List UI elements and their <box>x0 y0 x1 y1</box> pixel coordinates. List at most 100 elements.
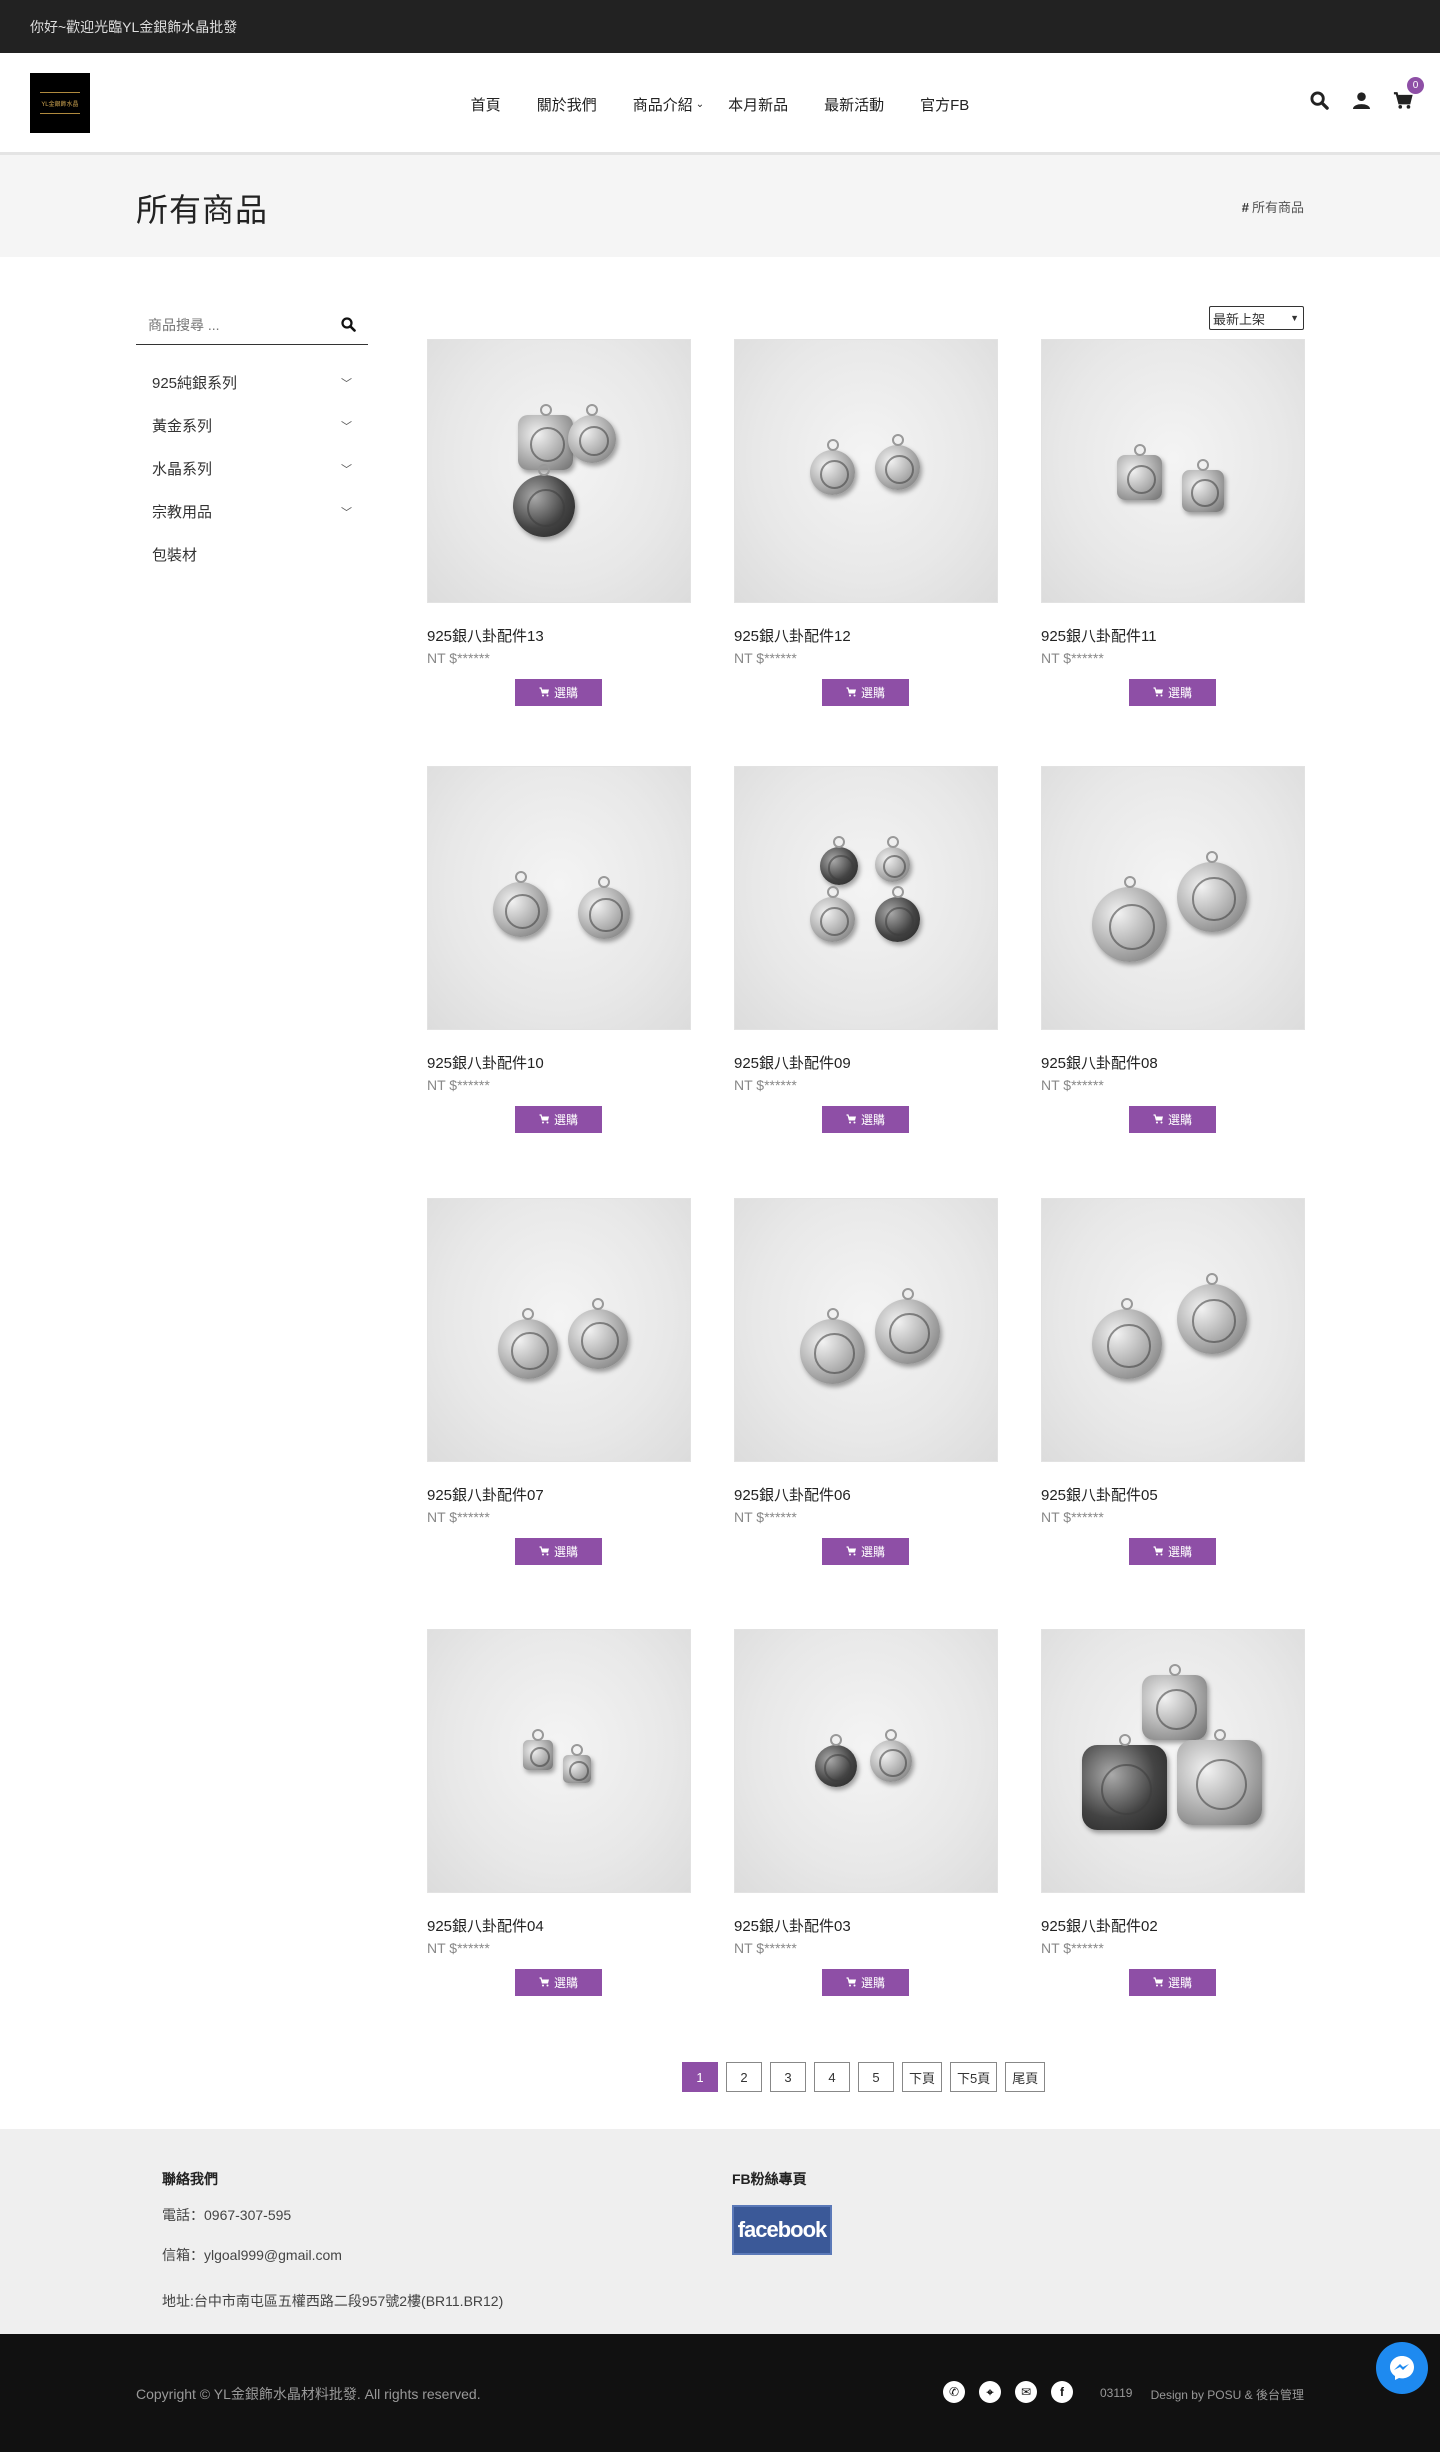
buy-button[interactable]: 選購 <box>515 1969 602 1996</box>
product-search-input[interactable] <box>148 316 308 333</box>
product-price: NT $****** <box>427 1940 490 1956</box>
buy-button[interactable]: 選購 <box>1129 679 1216 706</box>
nav-events[interactable]: 最新活動 <box>806 94 902 115</box>
buy-button[interactable]: 選購 <box>515 1106 602 1133</box>
product-name[interactable]: 925銀八卦配件03 <box>734 1915 998 1936</box>
product-card[interactable]: 925銀八卦配件08 NT $****** 選購 <box>1041 766 1305 1133</box>
last-page-button[interactable]: 尾頁 <box>1005 2062 1046 2092</box>
cart-icon[interactable]: 0 <box>1392 77 1424 111</box>
nav-home[interactable]: 首頁 <box>453 94 519 115</box>
site-header: YL金銀飾水晶 首頁 關於我們 商品介紹 ⌄ 本月新品 最新活動 官方FB 0 <box>0 53 1440 155</box>
page-2-button[interactable]: 2 <box>726 2062 762 2092</box>
cart-icon <box>1153 1113 1164 1127</box>
buy-button[interactable]: 選購 <box>1129 1969 1216 1996</box>
product-image[interactable] <box>1041 1198 1305 1462</box>
buy-button[interactable]: 選購 <box>822 1538 909 1565</box>
product-card[interactable]: 925銀八卦配件11 NT $****** 選購 <box>1041 339 1305 706</box>
nav-new-this-month[interactable]: 本月新品 <box>722 94 806 115</box>
pendant-ring <box>586 404 598 416</box>
contact-email[interactable]: 信箱：ylgoal999@gmail.com <box>162 2245 503 2265</box>
product-image[interactable] <box>1041 766 1305 1030</box>
product-card[interactable]: 925銀八卦配件06 NT $****** 選購 <box>734 1198 998 1565</box>
chevron-down-icon[interactable]: ﹀ <box>341 504 352 520</box>
nav-official-fb[interactable]: 官方FB <box>902 94 987 115</box>
map-pin-icon[interactable]: ⌖ <box>979 2381 1001 2403</box>
page-3-button[interactable]: 3 <box>770 2062 806 2092</box>
pendant-graphic <box>1177 1284 1247 1354</box>
product-image[interactable] <box>427 766 691 1030</box>
product-name[interactable]: 925銀八卦配件13 <box>427 625 691 646</box>
chevron-down-icon[interactable]: ﹀ <box>341 375 352 391</box>
product-name[interactable]: 925銀八卦配件06 <box>734 1484 998 1505</box>
pendant-ring <box>885 1729 897 1741</box>
product-image[interactable] <box>1041 339 1305 603</box>
category-gold[interactable]: 黃金系列 ﹀ <box>136 404 368 447</box>
category-religious[interactable]: 宗教用品 ﹀ <box>136 490 368 533</box>
buy-button-label: 選購 <box>553 1545 578 1559</box>
sort-select[interactable]: 最新上架 ▼ <box>1209 306 1304 330</box>
facebook-logo[interactable]: facebook <box>732 2205 832 2255</box>
chevron-down-icon[interactable]: ﹀ <box>341 418 352 434</box>
product-card[interactable]: 925銀八卦配件10 NT $****** 選購 <box>427 766 691 1133</box>
page-1-button[interactable]: 1 <box>682 2062 718 2092</box>
pendant-graphic <box>1177 1740 1262 1825</box>
user-icon[interactable] <box>1350 89 1372 111</box>
category-crystal[interactable]: 水晶系列 ﹀ <box>136 447 368 490</box>
category-packaging[interactable]: 包裝材 <box>136 533 368 576</box>
next-page-button[interactable]: 下頁 <box>902 2062 943 2092</box>
cart-icon <box>846 1976 857 1990</box>
messenger-icon[interactable] <box>1376 2342 1428 2394</box>
buy-button[interactable]: 選購 <box>1129 1106 1216 1133</box>
product-name[interactable]: 925銀八卦配件11 <box>1041 625 1305 646</box>
sidebar: 925純銀系列 ﹀ 黃金系列 ﹀ 水晶系列 ﹀ 宗教用品 ﹀ 包裝材 <box>136 305 368 576</box>
product-name[interactable]: 925銀八卦配件10 <box>427 1052 691 1073</box>
product-image[interactable] <box>427 1198 691 1462</box>
product-image[interactable] <box>734 1198 998 1462</box>
breadcrumb-current[interactable]: 所有商品 <box>1252 200 1304 215</box>
product-card[interactable]: 925銀八卦配件02 NT $****** 選購 <box>1041 1629 1305 1996</box>
product-name[interactable]: 925銀八卦配件07 <box>427 1484 691 1505</box>
product-image[interactable] <box>734 766 998 1030</box>
product-card[interactable]: 925銀八卦配件03 NT $****** 選購 <box>734 1629 998 1996</box>
product-card[interactable]: 925銀八卦配件09 NT $****** 選購 <box>734 766 998 1133</box>
product-card[interactable]: 925銀八卦配件05 NT $****** 選購 <box>1041 1198 1305 1565</box>
buy-button[interactable]: 選購 <box>822 1106 909 1133</box>
buy-button[interactable]: 選購 <box>1129 1538 1216 1565</box>
nav-about[interactable]: 關於我們 <box>519 94 615 115</box>
product-name[interactable]: 925銀八卦配件02 <box>1041 1915 1305 1936</box>
page-5-button[interactable]: 5 <box>858 2062 894 2092</box>
buy-button[interactable]: 選購 <box>822 679 909 706</box>
product-card[interactable]: 925銀八卦配件13 NT $****** 選購 <box>427 339 691 706</box>
search-icon[interactable] <box>341 317 356 332</box>
whatsapp-icon[interactable]: ✆ <box>943 2381 965 2403</box>
category-925-silver[interactable]: 925純銀系列 ﹀ <box>136 361 368 404</box>
page-4-button[interactable]: 4 <box>814 2062 850 2092</box>
product-name[interactable]: 925銀八卦配件12 <box>734 625 998 646</box>
product-image[interactable] <box>1041 1629 1305 1893</box>
product-card[interactable]: 925銀八卦配件12 NT $****** 選購 <box>734 339 998 706</box>
chevron-down-icon[interactable]: ﹀ <box>341 461 352 477</box>
pendant-ring <box>1213 1729 1226 1741</box>
facebook-icon[interactable]: f <box>1051 2381 1073 2403</box>
product-name[interactable]: 925銀八卦配件08 <box>1041 1052 1305 1073</box>
product-name[interactable]: 925銀八卦配件05 <box>1041 1484 1305 1505</box>
product-image[interactable] <box>734 1629 998 1893</box>
mail-icon[interactable]: ✉ <box>1015 2381 1037 2403</box>
product-image[interactable] <box>734 339 998 603</box>
product-card[interactable]: 925銀八卦配件07 NT $****** 選購 <box>427 1198 691 1565</box>
buy-button[interactable]: 選購 <box>515 679 602 706</box>
buy-button[interactable]: 選購 <box>822 1969 909 1996</box>
nav-products-label: 商品介紹 <box>632 96 693 114</box>
product-image[interactable] <box>427 1629 691 1893</box>
search-icon[interactable] <box>1308 89 1330 111</box>
product-card[interactable]: 925銀八卦配件04 NT $****** 選購 <box>427 1629 691 1996</box>
product-name[interactable]: 925銀八卦配件09 <box>734 1052 998 1073</box>
product-image[interactable] <box>427 339 691 603</box>
pendant-ring <box>891 886 904 898</box>
next-5-pages-button[interactable]: 下5頁 <box>950 2062 998 2092</box>
buy-button[interactable]: 選購 <box>515 1538 602 1565</box>
pendant-graphic <box>1117 455 1162 500</box>
product-name[interactable]: 925銀八卦配件04 <box>427 1915 691 1936</box>
design-credit[interactable]: Design by POSU & 後台管理 <box>1151 2386 1304 2403</box>
nav-products[interactable]: 商品介紹 ⌄ <box>615 94 722 115</box>
